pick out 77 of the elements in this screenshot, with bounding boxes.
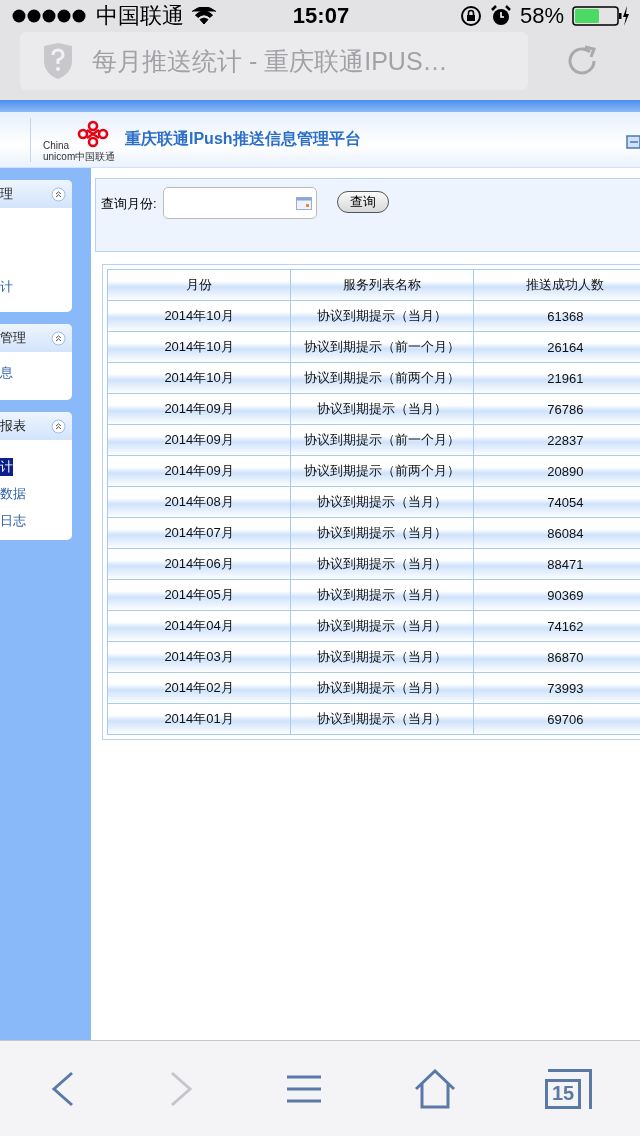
panel-title: 管理 [0,329,26,347]
logo-text: China [43,139,71,151]
table-cell: 22837 [473,424,640,456]
carrier-name: 中国联通 [96,2,184,30]
battery-icon [572,5,630,27]
table-cell: 2014年09月 [107,455,291,487]
table-cell: 2014年09月 [107,424,291,456]
table-cell: 20890 [473,455,640,487]
rotation-lock-icon [459,5,482,27]
menu-item[interactable]: 数据 [0,485,26,503]
table-cell: 69706 [473,703,640,735]
table-cell: 协议到期提示（前两个月） [290,362,474,394]
menu-item[interactable]: 日志 [0,512,26,530]
logo-text: unicom中国联通 [43,150,116,162]
shield-icon [42,43,74,79]
menu-item[interactable]: 息 [0,364,13,382]
table-cell: 2014年10月 [107,300,291,332]
table-cell: 2014年01月 [107,703,291,735]
table-cell: 2014年10月 [107,362,291,394]
table-cell: 协议到期提示（前两个月） [290,455,474,487]
collapse-icon[interactable] [51,330,66,346]
column-header: 服务列表名称 [290,269,474,301]
column-header: 推送成功人数 [473,269,640,301]
table-cell: 协议到期提示（当月） [290,672,474,704]
table-cell: 86870 [473,641,640,673]
table-cell: 协议到期提示（当月） [290,641,474,673]
collapse-icon[interactable] [51,186,66,202]
table-cell: 协议到期提示（当月） [290,486,474,518]
column-header: 月份 [107,269,291,301]
table-cell: 26164 [473,331,640,363]
clock-time: 15:07 [292,3,350,29]
wifi-icon [192,7,216,25]
query-button[interactable]: 查询 [336,191,389,213]
table-cell: 88471 [473,548,640,580]
logo-knot-icon [75,119,111,148]
menu-item[interactable]: 计 [0,458,13,476]
battery-percent: 58% [519,3,564,29]
table-cell: 73993 [473,672,640,704]
table-cell: 74162 [473,610,640,642]
panel-title: 理 [0,185,13,203]
page-title: 每月推送统计 - 重庆联通IPUS… [92,45,448,77]
platform-title: 重庆联通IPush推送信息管理平台 [125,129,361,149]
table-cell: 90369 [473,579,640,611]
table-cell: 协议到期提示（当月） [290,393,474,425]
menu-item[interactable]: 计 [0,278,13,296]
table-cell: 2014年04月 [107,610,291,642]
menu-icon[interactable] [286,1074,322,1103]
table-cell: 协议到期提示（当月） [290,548,474,580]
table-cell: 协议到期提示（前一个月） [290,424,474,456]
table-cell: 21961 [473,362,640,394]
table-cell: 2014年05月 [107,579,291,611]
table-cell: 协议到期提示（当月） [290,579,474,611]
alarm-icon [489,5,512,27]
table-cell: 2014年09月 [107,393,291,425]
month-field[interactable] [162,187,317,219]
table-cell: 86084 [473,517,640,549]
table-cell: 协议到期提示（当月） [290,703,474,735]
signal-icon [12,9,88,23]
collapse-icon[interactable] [51,418,66,434]
query-label: 查询月份: [101,195,157,213]
table-cell: 76786 [473,393,640,425]
back-icon[interactable] [50,1070,76,1107]
table-cell: 2014年10月 [107,331,291,363]
panel-title: 报表 [0,417,26,435]
table-cell: 协议到期提示（当月） [290,300,474,332]
table-cell: 协议到期提示（前一个月） [290,331,474,363]
table-cell: 2014年02月 [107,672,291,704]
table-cell: 74054 [473,486,640,518]
table-cell: 协议到期提示（当月） [290,610,474,642]
table-cell: 2014年08月 [107,486,291,518]
table-cell: 协议到期提示（当月） [290,517,474,549]
calendar-icon[interactable] [295,196,312,210]
table-cell: 2014年03月 [107,641,291,673]
table-cell: 61368 [473,300,640,332]
table-cell: 2014年07月 [107,517,291,549]
home-icon[interactable] [414,1068,456,1109]
table-cell: 2014年06月 [107,548,291,580]
